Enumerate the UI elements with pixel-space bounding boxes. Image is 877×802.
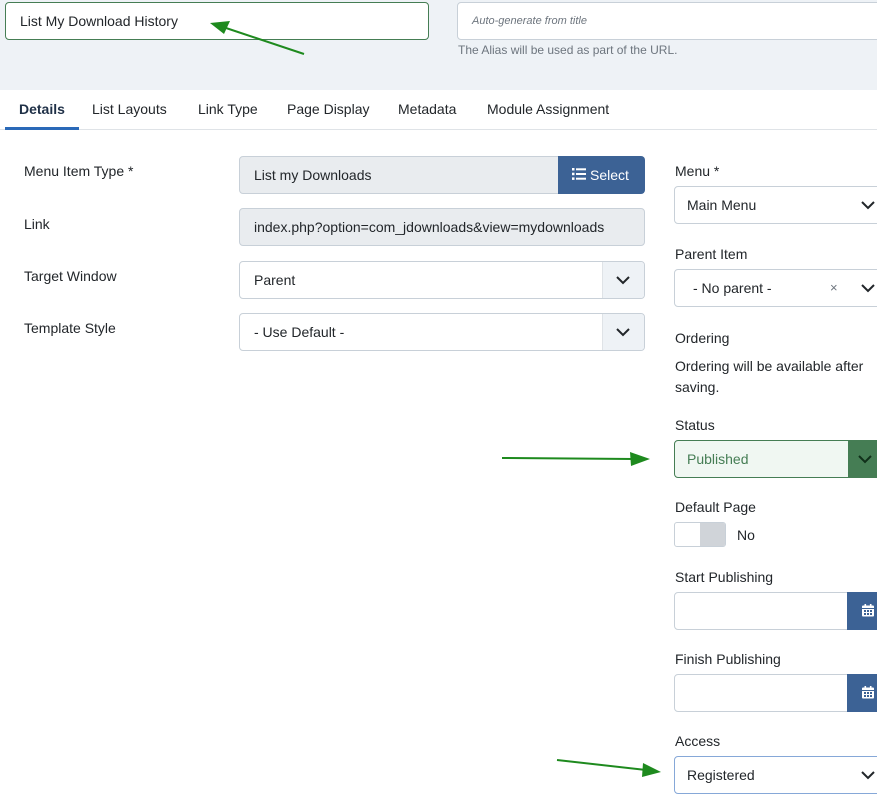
menu-item-type-field: List my Downloads	[239, 156, 559, 194]
alias-input[interactable]: Auto-generate from title	[457, 2, 877, 40]
link-field: index.php?option=com_jdownloads&view=myd…	[239, 208, 645, 246]
chevron-down-icon	[602, 314, 644, 350]
start-publishing-input[interactable]	[674, 592, 877, 630]
link-label: Link	[24, 216, 50, 232]
parent-item-select[interactable]: - No parent - ×	[674, 269, 877, 307]
chevron-down-icon	[848, 441, 877, 477]
tab-details[interactable]: Details	[5, 90, 79, 130]
start-publishing-label: Start Publishing	[675, 569, 774, 585]
title-input[interactable]: List My Download History	[5, 2, 429, 40]
tab-list-layouts[interactable]: List Layouts	[78, 90, 181, 130]
toggle-knob	[700, 523, 725, 546]
calendar-icon[interactable]	[847, 674, 877, 712]
access-label: Access	[675, 733, 721, 749]
parent-item-value: - No parent -	[693, 280, 772, 296]
select-button-label: Select	[590, 167, 629, 183]
finish-publishing-label: Finish Publishing	[675, 651, 781, 667]
list-icon	[572, 168, 586, 180]
tab-page-display[interactable]: Page Display	[273, 90, 384, 130]
template-style-label: Template Style	[24, 320, 116, 336]
finish-publishing-input[interactable]	[674, 674, 877, 712]
access-select[interactable]: Registered	[674, 756, 877, 794]
default-page-toggle[interactable]	[674, 522, 726, 547]
status-value: Published	[687, 451, 749, 467]
target-window-value: Parent	[254, 272, 296, 288]
menu-select[interactable]: Main Menu	[674, 186, 877, 224]
target-window-label: Target Window	[24, 268, 117, 284]
chevron-down-icon	[848, 270, 877, 306]
ordering-help-text: Ordering will be available after saving.	[675, 358, 864, 395]
tab-bar: Details List Layouts Link Type Page Disp…	[0, 90, 877, 130]
ordering-label: Ordering	[675, 330, 730, 346]
default-page-label: Default Page	[675, 499, 756, 515]
default-page-value: No	[737, 527, 755, 543]
alias-help-text: The Alias will be used as part of the UR…	[458, 43, 678, 57]
tab-module-assignment[interactable]: Module Assignment	[473, 90, 623, 130]
chevron-down-icon	[848, 187, 877, 223]
tab-link-type[interactable]: Link Type	[184, 90, 272, 130]
clear-icon[interactable]: ×	[830, 280, 838, 295]
access-value: Registered	[687, 767, 755, 783]
tab-metadata[interactable]: Metadata	[384, 90, 470, 130]
select-button[interactable]: Select	[558, 156, 645, 194]
status-label: Status	[675, 417, 715, 433]
template-style-value: - Use Default -	[254, 324, 345, 340]
status-select[interactable]: Published	[674, 440, 877, 478]
chevron-down-icon	[602, 262, 644, 298]
template-style-select[interactable]: - Use Default -	[239, 313, 645, 351]
calendar-icon[interactable]	[847, 592, 877, 630]
menu-item-type-value: List my Downloads	[254, 167, 372, 183]
annotation-arrow	[501, 452, 650, 466]
annotation-arrow	[556, 759, 661, 777]
menu-label: Menu *	[675, 163, 720, 179]
parent-item-label: Parent Item	[675, 246, 748, 262]
menu-value: Main Menu	[687, 197, 757, 213]
chevron-down-icon	[848, 757, 877, 793]
target-window-select[interactable]: Parent	[239, 261, 645, 299]
menu-item-type-label: Menu Item Type *	[24, 163, 134, 179]
link-value: index.php?option=com_jdownloads&view=myd…	[254, 219, 605, 235]
